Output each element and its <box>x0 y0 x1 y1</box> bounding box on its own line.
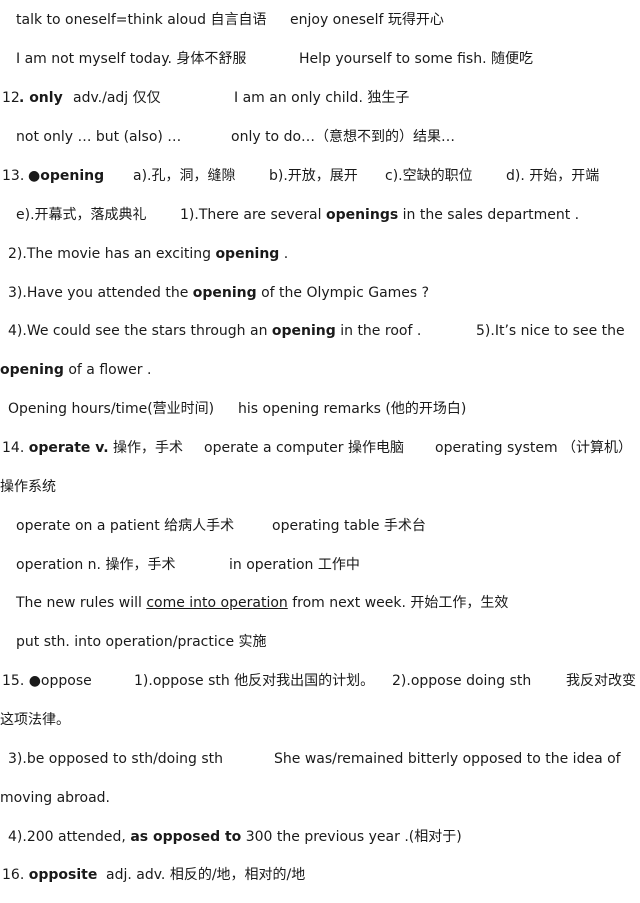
text-segment: operating table 手术台 <box>272 518 426 534</box>
text-segment: 操作，手术 <box>108 440 184 456</box>
item-number: 16. <box>2 867 29 883</box>
text-segment: of the Olympic Games ? <box>256 285 430 301</box>
document-page: talk to oneself=think aloud 自言自语 enjoy o… <box>0 0 640 903</box>
text-segment: operation n. 操作，手术 <box>16 557 176 573</box>
text-segment: 我反对改变 <box>566 673 636 689</box>
text-segment: 2).oppose doing sth <box>392 673 532 689</box>
text-segment: 3).Have you attended the <box>8 285 193 301</box>
text-segment: Opening hours/time(营业时间) <box>8 401 215 417</box>
keyword: openings <box>325 207 399 223</box>
text-segment: 4).We could see the stars through an ope… <box>8 319 421 343</box>
text-line: put sth. into operation/practice 实施 <box>0 630 640 654</box>
text-segment: moving abroad. <box>0 790 110 806</box>
text-line: 16. opposite adj. adv. 相反的/地，相对的/地 <box>0 863 640 887</box>
text-line: talk to oneself=think aloud 自言自语 enjoy o… <box>0 8 640 32</box>
text-line: opening of a flower . <box>0 358 640 382</box>
text-segment: The new rules will <box>16 595 147 611</box>
text-segment: operate on a patient 给病人手术 <box>16 518 235 534</box>
text-segment: put sth. into operation/practice 实施 <box>16 634 267 650</box>
item-number: 12 <box>2 90 20 106</box>
text-segment: 5).It’s nice to see the <box>476 323 625 339</box>
text-segment: enjoy oneself 玩得开心 <box>290 12 444 28</box>
text-line: 14. operate v. 操作，手术 operate a computer … <box>0 436 640 460</box>
text-segment: 3).be opposed to sth/doing sth <box>8 751 224 767</box>
text-line: operate on a patient 给病人手术 operating tab… <box>0 514 640 538</box>
text-line: operation n. 操作，手术 in operation 工作中 <box>0 553 640 577</box>
text-segment: operating system （计算机） <box>435 440 633 456</box>
text-line: moving abroad. <box>0 786 640 810</box>
text-segment: operate a computer 操作电脑 <box>204 440 404 456</box>
text-line: 这项法律。 <box>0 708 640 732</box>
text-segment: d). 开始，开端 <box>506 168 600 184</box>
text-segment: e).开幕式，落成典礼 <box>16 207 147 223</box>
text-segment: 300 the previous year .(相对于) <box>241 829 462 845</box>
text-line: 12 . only adv./adj 仅仅 I am an only child… <box>0 86 640 110</box>
keyword: operate v. <box>28 440 109 456</box>
text-segment: 2).The movie has an exciting opening . <box>8 242 288 266</box>
text-line: 15. ●oppose 1).oppose sth 他反对我出国的计划。 2).… <box>0 669 640 693</box>
text-segment: Help yourself to some fish. 随便吃 <box>299 51 533 67</box>
text-segment: a).孔，洞，缝隙 <box>133 168 236 184</box>
text-segment: I am an only child. 独生子 <box>234 90 410 106</box>
text-segment: 3).Have you attended the opening of the … <box>8 281 429 305</box>
text-segment: 这项法律。 <box>0 712 70 728</box>
text-line: e).开幕式，落成典礼 1).There are several opening… <box>0 203 640 227</box>
text-segment: 4).200 attended, as opposed to 300 the p… <box>8 825 462 849</box>
keyword: opening <box>271 323 336 339</box>
item-number: 14. <box>2 440 29 456</box>
text-line: 2).The movie has an exciting opening . <box>0 242 640 266</box>
item-number: 13. <box>2 168 25 184</box>
text-line: I am not myself today. 身体不舒服 Help yourse… <box>0 47 640 71</box>
text-segment: She was/remained bitterly opposed to the… <box>274 751 621 767</box>
text-segment: 4).200 attended, <box>8 829 131 845</box>
text-line: 13. ●opening a).孔，洞，缝隙 b).开放，展开 c).空缺的职位… <box>0 164 640 188</box>
keyword: . only <box>19 90 63 106</box>
text-segment: 1).oppose sth 他反对我出国的计划。 <box>134 673 375 689</box>
text-segment: opening of a flower . <box>0 358 151 382</box>
text-segment: . <box>279 246 289 262</box>
text-line: 3).be opposed to sth/doing sth She was/r… <box>0 747 640 771</box>
text-segment: 2).The movie has an exciting <box>8 246 216 262</box>
text-segment: not only … but (also) … <box>16 129 182 145</box>
underlined-phrase: come into operation <box>146 595 288 611</box>
keyword: opening <box>215 246 280 262</box>
text-segment: c).空缺的职位 <box>385 168 473 184</box>
text-segment: 1).There are several <box>180 207 326 223</box>
text-segment: 14. operate v. 操作，手术 <box>2 436 183 460</box>
text-line: 3).Have you attended the opening of the … <box>0 281 640 305</box>
text-line: 操作系统 <box>0 475 640 499</box>
keyword: opening <box>192 285 257 301</box>
text-segment: adj. adv. 相反的/地，相对的/地 <box>106 867 306 883</box>
text-line: The new rules will come into operation f… <box>0 591 640 615</box>
text-segment: 操作系统 <box>0 479 56 495</box>
text-segment: talk to oneself=think aloud 自言自语 <box>16 12 267 28</box>
text-segment: 4).We could see the stars through an <box>8 323 272 339</box>
text-line: Opening hours/time(营业时间) his opening rem… <box>0 397 640 421</box>
text-line: 4).200 attended, as opposed to 300 the p… <box>0 825 640 849</box>
text-segment: from next week. 开始工作，生效 <box>287 595 509 611</box>
text-segment: adv./adj 仅仅 <box>73 90 161 106</box>
text-segment: 16. opposite <box>2 863 97 887</box>
keyword: as opposed to <box>130 829 242 845</box>
text-segment: in operation 工作中 <box>229 557 360 573</box>
text-line: 4).We could see the stars through an ope… <box>0 319 640 343</box>
text-line: not only … but (also) … only to do…（意想不到… <box>0 125 640 149</box>
text-segment: his opening remarks (他的开场白) <box>238 401 467 417</box>
keyword: ●opening <box>28 168 105 184</box>
text-segment: 15. ●oppose <box>2 673 92 689</box>
text-segment: in the sales department . <box>398 207 580 223</box>
text-segment: only to do…（意想不到的）结果… <box>231 129 456 145</box>
text-segment: I am not myself today. 身体不舒服 <box>16 51 247 67</box>
text-segment: of a flower . <box>63 362 152 378</box>
text-segment: The new rules will come into operation f… <box>16 591 508 615</box>
text-segment: in the roof . <box>335 323 422 339</box>
text-segment: b).开放，展开 <box>269 168 358 184</box>
keyword: opening <box>0 362 64 378</box>
text-segment: 1).There are several openings in the sal… <box>180 203 579 227</box>
keyword: opposite <box>28 867 98 883</box>
